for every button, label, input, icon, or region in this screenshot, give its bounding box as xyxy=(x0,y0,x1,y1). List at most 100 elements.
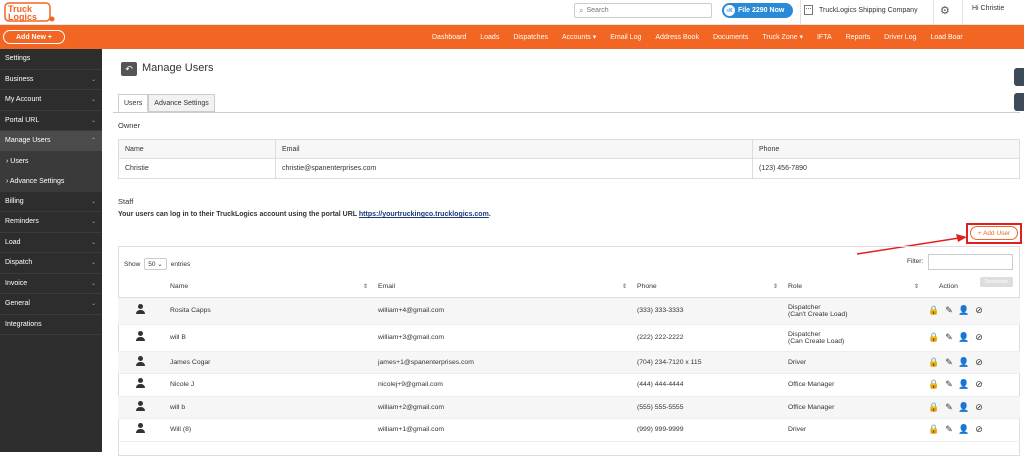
search-input[interactable] xyxy=(586,7,697,14)
nav-accounts[interactable]: Accounts ▾ xyxy=(562,33,596,41)
user-name: James Cogar xyxy=(166,351,374,374)
owner-phone: (123) 456-7890 xyxy=(752,158,1020,179)
user-settings-icon[interactable]: 👤 xyxy=(958,425,969,435)
edit-icon[interactable]: ✎ xyxy=(944,380,954,390)
col-role[interactable]: Role ⇕ xyxy=(784,277,925,298)
company-selector[interactable]: TruckLogics Shipping Company xyxy=(804,5,918,15)
trucklogics-logo[interactable]: Truck Logics xyxy=(4,1,58,23)
staff-table: Name ⇕ Email ⇕ Phone ⇕ Role ⇕ Action Rosita … xyxy=(118,277,1020,442)
owner-heading: Owner xyxy=(118,121,141,130)
owner-table: Name Email Phone Christie christie@spane… xyxy=(118,139,1020,179)
sidebar-subitem-advance-settings[interactable]: › Advance Settings xyxy=(0,171,102,192)
sort-icon: ⇕ xyxy=(621,284,627,291)
nav-dispatches[interactable]: Dispatches xyxy=(513,34,548,41)
nav-loads[interactable]: Loads xyxy=(480,34,499,41)
lock-icon[interactable]: 🔒 xyxy=(928,402,939,412)
chevron-down-icon: ⌄ xyxy=(90,219,96,226)
top-bar: Truck Logics ⌕ ≡K File 2290 Now TruckLog… xyxy=(0,0,1024,25)
col-name[interactable]: Name ⇕ xyxy=(166,277,374,298)
nav-load-board[interactable]: Load Boar xyxy=(930,34,962,41)
portal-url-link[interactable]: https://yourtruckingco.trucklogics.com xyxy=(359,211,489,218)
chevron-down-icon: ⌄ xyxy=(90,301,96,308)
sidebar-item-label: Load xyxy=(5,238,21,246)
chevron-down-icon: ⌄ xyxy=(90,117,96,124)
entries-value: 50 xyxy=(148,261,156,268)
sidebar-item-invoice[interactable]: Invoice ⌄ xyxy=(0,274,102,294)
user-settings-icon[interactable]: 👤 xyxy=(958,380,969,390)
sidebar-item-integrations[interactable]: Integrations xyxy=(0,315,102,335)
search-box[interactable]: ⌕ xyxy=(574,3,712,18)
show-label: Show xyxy=(124,260,141,268)
user-name: Rosita Capps xyxy=(166,297,374,325)
ban-icon[interactable]: ⊘ xyxy=(974,306,984,316)
nav-driver-log[interactable]: Driver Log xyxy=(884,34,916,41)
nav-truck-zone[interactable]: Truck Zone ▾ xyxy=(762,33,803,41)
sidebar-item-settings[interactable]: Settings xyxy=(0,49,102,70)
sidebar-item-label: Reminders xyxy=(5,218,39,226)
sidebar-item-my-account[interactable]: My Account ⌄ xyxy=(0,90,102,111)
user-icon xyxy=(136,423,146,434)
add-user-button[interactable]: + Add User xyxy=(970,226,1018,240)
sidebar-subitem-users[interactable]: › Users xyxy=(0,151,102,172)
user-phone: (555) 555-5555 xyxy=(633,396,784,419)
sidebar-item-portal-url[interactable]: Portal URL ⌄ xyxy=(0,111,102,131)
lock-icon[interactable]: 🔒 xyxy=(928,306,939,316)
sidebar-item-label: Manage Users xyxy=(5,137,51,145)
ban-icon[interactable]: ⊘ xyxy=(974,402,984,412)
sidebar-item-manage-users[interactable]: Manage Users ⌃ xyxy=(0,131,102,152)
nav-address-book[interactable]: Address Book xyxy=(655,34,699,41)
sidebar-item-dispatch[interactable]: Dispatch ⌄ xyxy=(0,253,102,274)
user-settings-icon[interactable]: 👤 xyxy=(958,357,969,367)
sidebar-item-load[interactable]: Load ⌄ xyxy=(0,233,102,253)
user-name: Will (8) xyxy=(166,418,374,442)
col-email[interactable]: Email ⇕ xyxy=(374,277,633,298)
nav-email-log[interactable]: Email Log xyxy=(610,34,641,41)
col-action: Action xyxy=(925,277,1020,298)
col-phone[interactable]: Phone ⇕ xyxy=(633,277,784,298)
lock-icon[interactable]: 🔒 xyxy=(928,425,939,435)
edit-icon[interactable]: ✎ xyxy=(944,402,954,412)
user-settings-icon[interactable]: 👤 xyxy=(958,402,969,412)
side-notes-tab[interactable] xyxy=(1014,93,1024,111)
user-phone: (333) 333-3333 xyxy=(633,297,784,325)
nav-dashboard[interactable]: Dashboard xyxy=(432,34,466,41)
edit-icon[interactable]: ✎ xyxy=(944,425,954,435)
file-2290-button[interactable]: ≡K File 2290 Now xyxy=(722,3,793,18)
lock-icon[interactable]: 🔒 xyxy=(928,380,939,390)
portal-description: Your users can log in to their TruckLogi… xyxy=(118,211,491,218)
edit-icon[interactable]: ✎ xyxy=(944,357,954,367)
filter-input[interactable] xyxy=(928,254,1013,270)
ban-icon[interactable]: ⊘ xyxy=(974,357,984,367)
edit-icon[interactable]: ✎ xyxy=(944,333,954,343)
nav-reports[interactable]: Reports xyxy=(846,34,871,41)
lock-icon[interactable]: 🔒 xyxy=(928,357,939,367)
gear-icon[interactable]: ⚙ xyxy=(940,4,950,17)
sidebar-item-billing[interactable]: Billing ⌄ xyxy=(0,192,102,212)
side-widget-tab[interactable] xyxy=(1014,68,1024,86)
user-greeting[interactable]: Hi Christie xyxy=(972,5,1004,12)
nav-ifta[interactable]: IFTA xyxy=(817,34,832,41)
ban-icon[interactable]: ⊘ xyxy=(974,425,984,435)
sidebar-item-business[interactable]: Business ⌄ xyxy=(0,70,102,90)
nav-documents[interactable]: Documents xyxy=(713,34,748,41)
sidebar-item-label: General xyxy=(5,300,30,308)
edit-icon[interactable]: ✎ xyxy=(944,306,954,316)
back-arrow-icon[interactable]: ↶ xyxy=(121,62,137,76)
lock-icon[interactable]: 🔒 xyxy=(928,333,939,343)
add-new-button[interactable]: Add New + xyxy=(3,30,65,44)
user-icon xyxy=(136,331,146,342)
entries-select[interactable]: 50 ⌄ xyxy=(144,258,167,270)
sidebar-item-reminders[interactable]: Reminders ⌄ xyxy=(0,212,102,233)
user-settings-icon[interactable]: 👤 xyxy=(958,306,969,316)
sidebar-item-general[interactable]: General ⌄ xyxy=(0,294,102,315)
tab-advance-settings[interactable]: Advance Settings xyxy=(148,94,215,112)
ban-icon[interactable]: ⊘ xyxy=(974,333,984,343)
user-email: william+2@gmail.com xyxy=(374,396,633,419)
tab-users[interactable]: Users xyxy=(118,94,149,112)
table-row: James Cogar james+1@spanenterprises.com … xyxy=(118,351,1020,374)
ban-icon[interactable]: ⊘ xyxy=(974,380,984,390)
sidebar-item-label: Business xyxy=(5,75,34,83)
user-settings-icon[interactable]: 👤 xyxy=(958,333,969,343)
user-icon xyxy=(136,355,146,367)
owner-header-phone: Phone xyxy=(752,139,1020,159)
